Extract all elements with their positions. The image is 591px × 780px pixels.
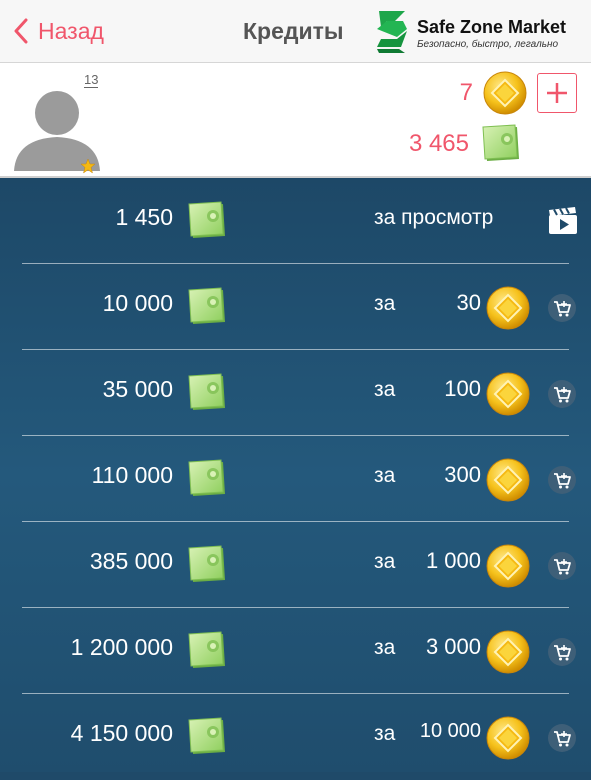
offer-amount: 110 000 <box>91 462 173 488</box>
back-label: Назад <box>38 17 104 44</box>
gold-coin-icon <box>483 71 527 115</box>
cash-bill-icon <box>187 458 229 500</box>
offer-row[interactable]: 1 200 000 за 3 000 <box>0 608 591 694</box>
offer-amount: 4 150 000 <box>70 720 173 746</box>
profile-panel: 13 7 3 465 <box>0 63 591 178</box>
offer-amount: 1 200 000 <box>70 634 173 660</box>
navigation-bar: Назад Кредиты Safe Zone Market Безопасно… <box>0 0 591 63</box>
offer-price: 100 <box>444 376 481 401</box>
chevron-left-icon <box>14 18 28 44</box>
offer-price: 3 000 <box>425 634 481 659</box>
cart-add-icon[interactable] <box>547 551 577 581</box>
offer-amount: 35 000 <box>102 376 173 402</box>
watch-label: за просмотр <box>374 206 494 229</box>
cash-bill-icon <box>187 544 229 586</box>
cart-add-icon[interactable] <box>547 465 577 495</box>
cart-add-icon[interactable] <box>547 723 577 753</box>
gold-balance: 7 <box>460 71 577 115</box>
offer-amount: 385 000 <box>89 548 173 574</box>
cash-value: 3 465 <box>408 130 469 157</box>
logo-s-icon <box>377 11 407 53</box>
cash-bill-icon <box>187 630 229 672</box>
offer-row[interactable]: 35 000 за 100 <box>0 350 591 436</box>
film-icon[interactable] <box>548 207 578 235</box>
star-icon <box>80 158 96 174</box>
cash-bill-icon <box>187 372 229 414</box>
add-gold-button[interactable] <box>537 73 577 113</box>
offer-row[interactable]: 110 000 за 300 <box>0 436 591 522</box>
gold-coin-icon <box>486 286 530 330</box>
cash-bill-icon <box>187 716 229 758</box>
cash-bill-icon <box>187 200 229 242</box>
offer-row[interactable]: 385 000 за 1 000 <box>0 522 591 608</box>
gold-coin-icon <box>486 544 530 588</box>
gold-value: 7 <box>459 79 473 106</box>
gold-coin-icon <box>486 716 530 760</box>
back-button[interactable]: Назад <box>14 14 104 48</box>
page-title: Кредиты <box>243 18 344 44</box>
offer-price: 30 <box>456 290 481 315</box>
offer-row[interactable]: 10 000 за 30 <box>0 264 591 350</box>
cart-add-icon[interactable] <box>547 637 577 667</box>
offer-row-video[interactable]: 1 450 за просмотр <box>0 178 591 264</box>
logo-name: Safe Zone Market <box>417 17 567 37</box>
gold-coin-icon <box>486 630 530 674</box>
level-badge: 13 <box>84 72 99 88</box>
plus-icon <box>547 83 567 103</box>
offer-row[interactable]: 4 150 000 за 10 000 <box>0 694 591 780</box>
brand-logo: Safe Zone Market Безопасно, быстро, лега… <box>373 7 583 57</box>
cart-add-icon[interactable] <box>547 379 577 409</box>
offers-list: 1 450 за просмотр 10 000 за 30 35 000 за… <box>0 178 591 772</box>
cash-bill-icon <box>481 123 523 165</box>
gold-coin-icon <box>486 372 530 416</box>
logo-tagline: Безопасно, быстро, легально <box>417 39 559 50</box>
offer-price: 300 <box>444 462 481 487</box>
offer-price: 10 000 <box>419 720 481 742</box>
cash-bill-icon <box>187 286 229 328</box>
offer-price: 1 000 <box>425 548 481 573</box>
gold-coin-icon <box>486 458 530 502</box>
offer-amount: 10 000 <box>102 290 173 316</box>
offer-amount: 1 450 <box>115 204 173 230</box>
cart-add-icon[interactable] <box>547 293 577 323</box>
cash-balance: 3 465 <box>409 121 523 167</box>
